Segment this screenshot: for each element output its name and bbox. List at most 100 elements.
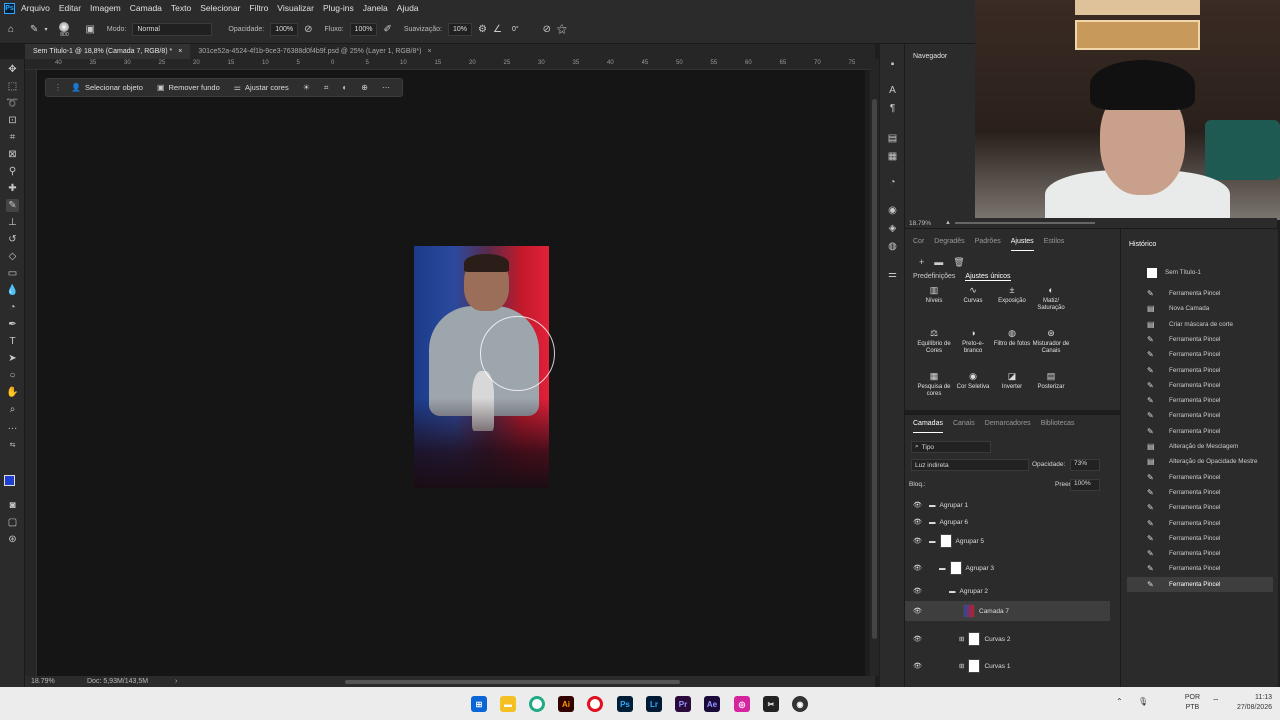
tab-padroes[interactable]: Padrões	[975, 238, 1001, 251]
gradient-tool-icon[interactable]: ▭	[6, 267, 19, 280]
shape-tool-icon[interactable]: ○	[6, 369, 19, 382]
tab-document-1[interactable]: Sem Título-1 @ 18,8% (Camada 7, RGB/8) *…	[25, 44, 191, 59]
character-icon[interactable]: A	[886, 84, 899, 97]
tab-degrades[interactable]: Degradês	[934, 238, 964, 251]
brush-preset-picker[interactable]: 800	[59, 21, 70, 38]
hand-tool-icon[interactable]: ✋	[6, 386, 19, 399]
history-item[interactable]: ▤ Criar máscara de corte	[1127, 317, 1273, 332]
tray-chevron-icon[interactable]: ⌃	[1116, 697, 1123, 706]
menu-camada[interactable]: Camada	[130, 3, 162, 13]
history-title[interactable]: Histórico	[1121, 229, 1278, 248]
visibility-eye-icon[interactable]: 👁	[913, 587, 922, 595]
brush-settings-icon[interactable]: ▣	[85, 24, 94, 35]
mode-select[interactable]: Normal	[132, 23, 213, 36]
add-icon[interactable]: +	[919, 257, 924, 268]
path-select-tool-icon[interactable]: ➤	[6, 352, 19, 365]
chevron-down-icon[interactable]: ▾	[44, 27, 47, 33]
marquee-tool-icon[interactable]: ⬚	[6, 80, 19, 93]
adjustments-icon[interactable]: ⚌	[886, 268, 899, 281]
history-item[interactable]: ✎ Ferramenta Pincel	[1127, 500, 1273, 515]
smoothing-input[interactable]: 10%	[447, 23, 472, 36]
menu-janela[interactable]: Janela	[363, 3, 388, 13]
history-item[interactable]: ✎ Ferramenta Pincel	[1127, 408, 1273, 423]
more-options-button[interactable]: ⋯	[377, 81, 395, 94]
layer-row[interactable]: 👁 ▬ Agrupar 6	[905, 512, 1110, 532]
layer-row[interactable]: 👁 ▬ Agrupar 5	[905, 531, 1110, 551]
menu-plugins[interactable]: Plug-ins	[323, 3, 354, 13]
info-icon[interactable]: ◍	[886, 240, 899, 253]
visibility-eye-icon[interactable]: 👁	[913, 607, 922, 615]
history-item[interactable]: ✎ Ferramenta Pincel	[1127, 485, 1273, 500]
symmetry-icon[interactable]: ⚝	[557, 24, 567, 35]
adjustment-color-balance[interactable]: ⚖ Equilíbrio de Cores	[915, 329, 953, 371]
tab-ajustes[interactable]: Ajustes	[1010, 238, 1034, 251]
actions-icon[interactable]: ◉	[886, 204, 899, 217]
blend-mode-select[interactable]: Luz indireta	[911, 459, 1029, 471]
history-item[interactable]: ✎ Ferramenta Pincel	[1127, 363, 1273, 378]
history-item[interactable]: ✎ Ferramenta Pincel	[1127, 576, 1273, 592]
more-tools-icon[interactable]: …	[6, 420, 19, 433]
drag-handle-icon[interactable]: ⋮	[54, 83, 62, 92]
menu-texto[interactable]: Texto	[171, 3, 191, 13]
adjustment-curves[interactable]: ∿ Curvas	[954, 286, 992, 328]
history-item[interactable]: ✎ Ferramenta Pincel	[1127, 546, 1273, 561]
visibility-eye-icon[interactable]: 👁	[913, 518, 922, 526]
adjustment-levels[interactable]: ▥ Níveis	[915, 286, 953, 328]
adjustment-channel-mixer[interactable]: ⊛ Misturador de Canais	[1032, 329, 1070, 371]
tab-bibliotecas[interactable]: Bibliotecas	[1041, 420, 1075, 433]
tab-demarcadores[interactable]: Demarcadores	[985, 420, 1031, 433]
zoom-out-icon[interactable]: ▲	[945, 220, 951, 226]
history-item[interactable]: ✎ Ferramenta Pincel	[1127, 424, 1273, 439]
zoom-tool-icon[interactable]: ⌕	[6, 403, 19, 416]
microphone-icon[interactable]: 🎙	[1138, 697, 1148, 706]
history-icon[interactable]: ◈	[886, 222, 899, 235]
history-item[interactable]: ✎ Ferramenta Pincel	[1127, 378, 1273, 393]
menu-editar[interactable]: Editar	[59, 3, 81, 13]
history-item[interactable]: ✎ Ferramenta Pincel	[1127, 531, 1273, 546]
adjustment-exposure[interactable]: ± Exposição	[993, 286, 1031, 328]
menu-visualizar[interactable]: Visualizar	[277, 3, 314, 13]
layer-filter-select[interactable]: ⌕ Tipo	[911, 441, 991, 453]
history-item[interactable]: ✎ Ferramenta Pincel	[1127, 516, 1273, 531]
paragraph-icon[interactable]: ¶	[886, 102, 899, 115]
windows-start-icon[interactable]: ⊞	[471, 696, 487, 712]
history-item[interactable]: ▤ Alteração de Mesclagem	[1127, 439, 1273, 454]
quick-mask-icon[interactable]: ◙	[6, 499, 19, 512]
close-icon[interactable]: ×	[427, 48, 431, 55]
opacity-input[interactable]: 100%	[270, 23, 299, 36]
after-effects-icon[interactable]: Ae	[704, 696, 720, 712]
menu-imagem[interactable]: Imagem	[90, 3, 121, 13]
foreground-color-swatch[interactable]	[4, 475, 15, 486]
generative-button[interactable]: ⊕	[356, 81, 373, 94]
eraser-tool-icon[interactable]: ◇	[6, 250, 19, 263]
zoom-level[interactable]: 18.79%	[31, 678, 87, 685]
adjustment-color-lookup[interactable]: ▦ Pesquisa de cores	[915, 372, 953, 414]
trash-icon[interactable]: 🗑	[953, 257, 964, 268]
gear-icon[interactable]: ⚙	[478, 24, 487, 35]
angle-input[interactable]: 0°	[508, 23, 523, 36]
zoom-slider[interactable]	[955, 222, 1095, 224]
fill-input[interactable]: 100%	[1070, 479, 1100, 491]
system-clock[interactable]: 11:13 27/08/2026	[1237, 693, 1272, 713]
pressure-size-icon[interactable]: ⊘	[543, 24, 551, 35]
adjustment-posterize[interactable]: ▤ Posterizar	[1032, 372, 1070, 414]
object-select-tool-icon[interactable]: ⊡	[6, 114, 19, 127]
type-tool-icon[interactable]: T	[6, 335, 19, 348]
clone-stamp-tool-icon[interactable]: ⊥	[6, 216, 19, 229]
network-icon[interactable]: ⌔	[1212, 697, 1220, 707]
adjustment-photo-filter[interactable]: ◍ Filtro de fotos	[993, 329, 1031, 371]
language-indicator[interactable]: POR PTB	[1185, 693, 1200, 713]
vertical-scrollbar[interactable]	[870, 59, 879, 676]
premiere-icon[interactable]: Pr	[675, 696, 691, 712]
crop-tool-icon[interactable]: ⌗	[6, 131, 19, 144]
navigator-view[interactable]	[905, 70, 977, 218]
blur-tool-icon[interactable]: 💧	[6, 284, 19, 297]
frame-tool-icon[interactable]: ⊠	[6, 148, 19, 161]
dodge-tool-icon[interactable]: ◔	[6, 301, 19, 314]
screen-mode-icon[interactable]: ▢	[6, 516, 19, 529]
properties-icon[interactable]: ▤	[886, 132, 899, 145]
tab-camadas[interactable]: Camadas	[913, 420, 943, 433]
healing-tool-icon[interactable]: ✚	[6, 182, 19, 195]
brightness-button[interactable]: ☀	[298, 81, 315, 94]
visibility-eye-icon[interactable]: 👁	[913, 662, 922, 670]
